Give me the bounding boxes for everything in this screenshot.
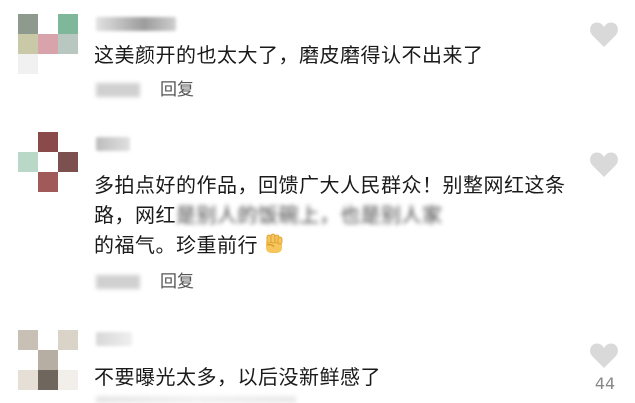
username[interactable] [96,137,130,151]
comment-meta: 回复 [96,80,296,100]
like-count: 44 [594,374,616,393]
comment-meta: 回复 [96,272,296,292]
comment-text-part: 的福气。珍重前行 [94,233,258,257]
username[interactable] [96,17,176,31]
like-icon[interactable] [589,150,619,178]
cropped-content [96,396,296,403]
fist-emoji-icon [262,232,286,256]
reply-button[interactable]: 回复 [160,272,194,292]
comment-text: 多拍点好的作品，回馈广大人民群众！别整网红这条路，网红是别人的饭碗上，也是别人家… [94,170,574,260]
blurred-text: 是别人的饭碗上，也是别人家 [176,203,443,227]
comment-text: 不要曝光太多，以后没新鲜感了 [94,365,381,389]
timestamp [96,83,140,97]
avatar[interactable] [18,132,78,192]
like-icon[interactable] [589,20,619,48]
comment-text: 这美颜开的也太大了，磨皮磨得认不出来了 [94,43,484,67]
avatar[interactable] [18,14,78,74]
timestamp [96,275,140,289]
username[interactable] [96,332,132,346]
reply-button[interactable]: 回复 [160,80,194,100]
like-icon[interactable] [589,341,619,369]
avatar[interactable] [18,330,78,390]
